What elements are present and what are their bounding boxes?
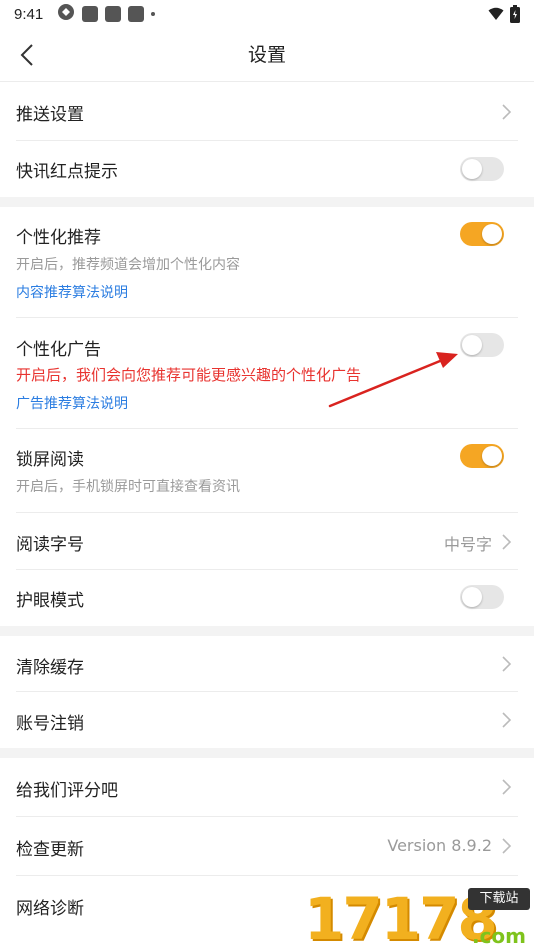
- battery-icon: [510, 5, 520, 27]
- status-bar: 9:41: [0, 0, 534, 28]
- section-divider: [0, 197, 534, 207]
- push-settings-label: 推送设置: [16, 105, 84, 125]
- sync-icon: [57, 3, 75, 25]
- personal-ads-label: 个性化广告: [16, 340, 101, 360]
- eye-care-toggle[interactable]: [460, 585, 504, 609]
- personal-recommend-desc: 开启后，推荐频道会增加个性化内容: [16, 257, 240, 273]
- cancel-account-row[interactable]: 账号注销: [16, 692, 518, 748]
- watermark-badge: 下载站: [468, 888, 530, 910]
- section-divider: [0, 748, 534, 758]
- font-size-label: 阅读字号: [16, 535, 84, 555]
- nav-bar: 设置: [0, 28, 534, 82]
- eye-care-row: 护眼模式: [16, 570, 518, 626]
- personal-recommend-label: 个性化推荐: [16, 228, 101, 248]
- watermark-suffix: .com: [471, 924, 527, 948]
- flash-red-dot-toggle[interactable]: [460, 157, 504, 181]
- toggle-knob: [462, 587, 482, 607]
- flash-red-dot-label: 快讯红点提示: [16, 162, 118, 182]
- app-icon: [128, 6, 145, 22]
- section-divider: [0, 626, 534, 636]
- ads-algorithm-link[interactable]: 广告推荐算法说明: [16, 393, 128, 413]
- chevron-right-icon: [502, 838, 512, 854]
- rate-us-row[interactable]: 给我们评分吧: [16, 758, 518, 817]
- clear-cache-label: 清除缓存: [16, 658, 84, 678]
- toggle-knob: [462, 335, 482, 355]
- watermark-logo: 17178 下载站 .com: [304, 888, 530, 950]
- toggle-knob: [462, 159, 482, 179]
- content-algorithm-link[interactable]: 内容推荐算法说明: [16, 282, 128, 302]
- personal-ads-desc: 开启后，我们会向您推荐可能更感兴趣的个性化广告: [16, 366, 362, 384]
- app-version-value: Version 8.9.2: [387, 836, 492, 855]
- lock-screen-reading-row: 锁屏阅读 开启后，手机锁屏时可直接查看资讯: [16, 429, 518, 513]
- personal-ads-row: 个性化广告 开启后，我们会向您推荐可能更感兴趣的个性化广告 广告推荐算法说明: [16, 318, 518, 429]
- status-time: 9:41: [14, 5, 44, 23]
- lock-screen-reading-label: 锁屏阅读: [16, 450, 84, 470]
- eye-care-label: 护眼模式: [16, 591, 84, 611]
- app-icon: [105, 6, 122, 22]
- network-diagnose-label: 网络诊断: [16, 899, 84, 919]
- chevron-right-icon: [502, 779, 512, 795]
- flash-red-dot-row: 快讯红点提示: [16, 141, 518, 197]
- dot-icon: [151, 12, 156, 16]
- check-update-label: 检查更新: [16, 840, 84, 860]
- clear-cache-row[interactable]: 清除缓存: [16, 636, 518, 692]
- rate-us-label: 给我们评分吧: [16, 781, 118, 801]
- wifi-icon: [488, 7, 504, 25]
- app-icon: [82, 6, 99, 22]
- personal-recommend-toggle[interactable]: [460, 222, 504, 246]
- chevron-right-icon: [502, 656, 512, 672]
- font-size-value: 中号字: [443, 535, 492, 554]
- lock-screen-reading-toggle[interactable]: [460, 444, 504, 468]
- toggle-knob: [482, 224, 502, 244]
- personal-recommend-row: 个性化推荐 开启后，推荐频道会增加个性化内容 内容推荐算法说明: [16, 207, 518, 318]
- chevron-right-icon: [502, 104, 512, 120]
- chevron-right-icon: [502, 712, 512, 728]
- lock-screen-reading-desc: 开启后，手机锁屏时可直接查看资讯: [16, 479, 240, 495]
- font-size-row[interactable]: 阅读字号 中号字: [16, 513, 518, 570]
- personal-ads-toggle[interactable]: [460, 333, 504, 357]
- page-title: 设置: [247, 44, 286, 66]
- cancel-account-label: 账号注销: [16, 714, 84, 734]
- push-settings-row[interactable]: 推送设置: [16, 83, 518, 141]
- check-update-row[interactable]: 检查更新 Version 8.9.2: [16, 817, 518, 876]
- toggle-knob: [482, 446, 502, 466]
- chevron-right-icon: [502, 534, 512, 550]
